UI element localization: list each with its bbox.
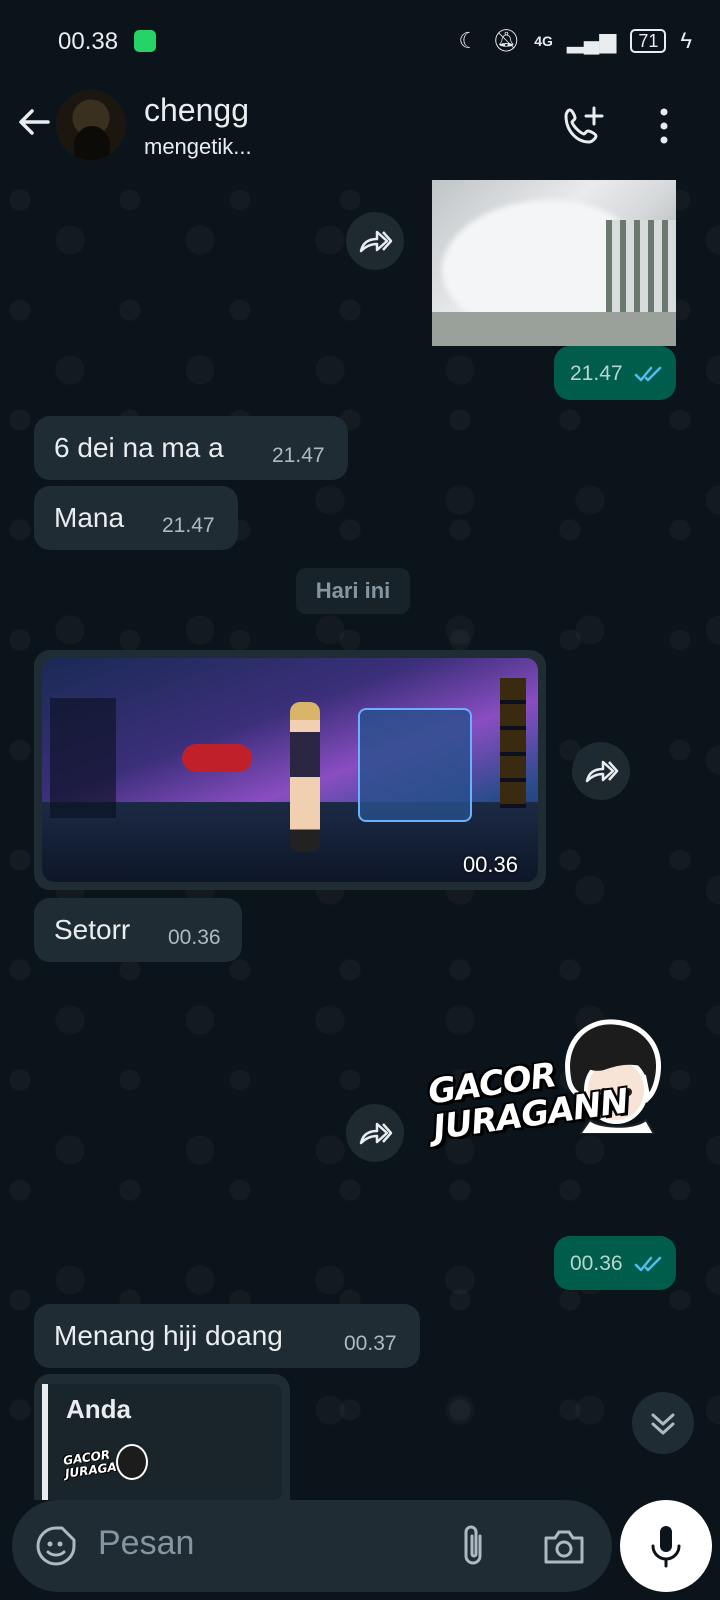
image-content [358, 708, 472, 822]
app-notification-icon [134, 30, 156, 52]
back-arrow-icon[interactable] [14, 102, 54, 142]
image-content [432, 312, 676, 346]
image-content [50, 698, 116, 818]
quoted-author: Anda [66, 1394, 131, 1424]
signal-icon: ▂▄▆ [566, 28, 617, 53]
image-content [290, 702, 320, 852]
mic-icon [651, 1526, 681, 1568]
message-composer: Pesan [12, 1500, 612, 1592]
message-text: Mana [54, 502, 125, 533]
forward-button[interactable] [346, 212, 404, 270]
incoming-image-message[interactable]: 00.36 [34, 650, 546, 890]
moon-icon: ☾ [458, 28, 479, 53]
incoming-message[interactable]: 6 dei na ma a 21.47 [34, 416, 348, 480]
double-check-icon [634, 366, 662, 382]
contact-name[interactable]: chengg [144, 92, 249, 129]
forward-icon [359, 230, 393, 253]
message-time: 00.36 [462, 852, 518, 877]
emoji-sticker-icon[interactable] [34, 1524, 78, 1568]
message-text: Menang hiji doang [54, 1320, 283, 1351]
incoming-message[interactable]: Mana 21.47 [34, 486, 238, 550]
message-text: 6 dei na ma a [54, 432, 224, 463]
message-time: 21.47 [162, 514, 215, 537]
more-options-icon[interactable] [654, 104, 674, 148]
outgoing-time-pill: 21.47 [554, 346, 676, 400]
scroll-to-bottom-button[interactable] [632, 1392, 694, 1454]
typing-status: mengetik... [144, 134, 252, 159]
incoming-reply-message[interactable]: Anda GACOR JURAGANN [34, 1374, 290, 1500]
double-check-icon [634, 1256, 662, 1272]
outgoing-sticker[interactable]: GACOR JURAGANN [426, 1016, 678, 1186]
forward-icon [585, 760, 619, 783]
mute-bell-icon: 🔕︎ [492, 28, 521, 53]
scroll-down-icon [651, 1413, 675, 1435]
quoted-sticker: GACOR JURAGANN [62, 1444, 154, 1492]
camera-icon[interactable] [542, 1526, 586, 1566]
outgoing-time-pill: 00.36 [554, 1236, 676, 1290]
add-call-icon[interactable] [562, 104, 606, 148]
image-content [500, 678, 526, 808]
image-content [182, 744, 252, 772]
chat-header: chengg mengetik... [0, 82, 720, 180]
message-text: Setorr [54, 914, 131, 945]
network-label: 4G [534, 33, 553, 49]
forward-icon [359, 1122, 393, 1145]
game-screenshot-image[interactable]: 00.36 [42, 658, 538, 882]
contact-avatar[interactable] [56, 90, 126, 160]
status-bar: 00.38 ☾ 🔕︎ 4G ▂▄▆ 71 ϟ [0, 0, 720, 82]
status-time: 00.38 [58, 28, 119, 55]
forward-button[interactable] [346, 1104, 404, 1162]
forward-button[interactable] [572, 742, 630, 800]
message-time: 00.36 [168, 926, 221, 949]
battery-level: 71 [630, 29, 667, 53]
message-time: 00.37 [344, 1332, 397, 1355]
voice-record-button[interactable] [620, 1500, 712, 1592]
message-time: 00.36 [570, 1252, 623, 1275]
message-input[interactable]: Pesan [98, 1524, 194, 1563]
quoted-sticker-face [116, 1444, 148, 1480]
charging-icon: ϟ [680, 28, 692, 53]
message-time: 21.47 [272, 444, 325, 467]
attach-icon[interactable] [458, 1522, 488, 1568]
status-icons: ☾ 🔕︎ 4G ▂▄▆ 71 ϟ [459, 28, 692, 54]
incoming-message[interactable]: Setorr 00.36 [34, 898, 242, 962]
message-time: 21.47 [570, 362, 623, 385]
date-separator: Hari ini [296, 568, 410, 614]
incoming-message[interactable]: Menang hiji doang 00.37 [34, 1304, 420, 1368]
quote-indicator-bar [42, 1384, 48, 1500]
outgoing-image-cat[interactable] [432, 180, 676, 346]
